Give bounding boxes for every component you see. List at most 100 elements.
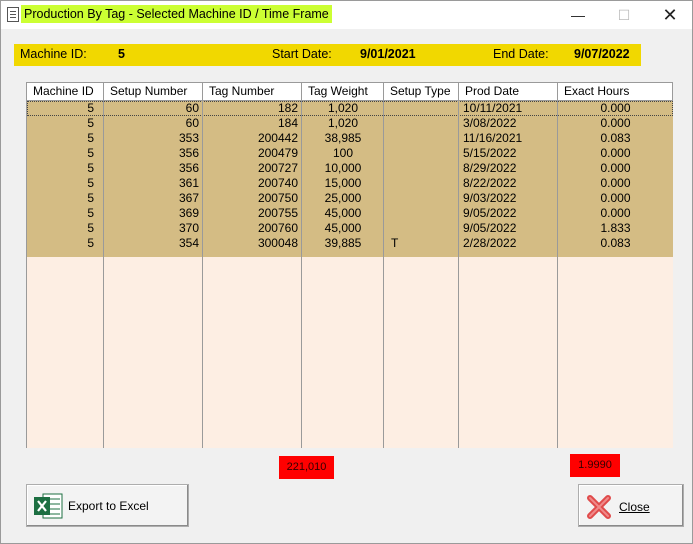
cell-setup-number: 353 [178,131,199,145]
cell-exact-hours: 0.000 [600,206,631,220]
cell-tag-number: 200760 [257,221,298,235]
cell-machine-id: 5 [87,176,94,190]
app-window: Production By Tag - Selected Machine ID … [0,0,693,544]
cell-exact-hours: 0.083 [600,131,631,145]
cell-exact-hours: 0.000 [600,116,631,130]
cell-tag-number: 184 [277,116,298,130]
cell-tag-weight: 45,000 [324,221,362,235]
column-header-exact-hours[interactable]: Exact Hours [558,83,673,100]
tag-weight-total: 221,010 [279,456,334,479]
machine-id-label: Machine ID: [20,47,87,61]
table-row[interactable]: 5 370 200760 45,000 9/05/2022 1.833 [27,221,673,236]
cell-machine-id: 5 [87,221,94,235]
maximize-button[interactable]: ☐ [601,1,647,29]
cell-prod-date: 9/03/2022 [463,191,517,205]
cell-tag-number: 182 [277,101,298,115]
cell-machine-id: 5 [87,191,94,205]
column-divider [202,101,203,448]
cell-machine-id: 5 [87,146,94,160]
table-row[interactable]: 5 369 200755 45,000 9/05/2022 0.000 [27,206,673,221]
cell-machine-id: 5 [87,101,94,115]
end-date-label: End Date: [493,47,549,61]
table-row[interactable]: 5 354 300048 39,885 T 2/28/2022 0.083 [27,236,673,251]
cell-exact-hours: 0.000 [600,146,631,160]
table-row[interactable]: 5 60 184 1,020 3/08/2022 0.000 [27,116,673,131]
cell-tag-weight: 1,020 [327,101,359,115]
cell-prod-date: 10/11/2021 [463,101,523,115]
cell-machine-id: 5 [87,206,94,220]
column-header-setup-type[interactable]: Setup Type [384,83,459,100]
cell-tag-weight: 1,020 [327,116,359,130]
minimize-icon: — [571,7,585,23]
cell-setup-number: 367 [178,191,199,205]
cell-machine-id: 5 [87,161,94,175]
table-row[interactable]: 5 353 200442 38,985 11/16/2021 0.083 [27,131,673,146]
column-divider [301,101,302,448]
maximize-icon: ☐ [617,7,631,23]
production-grid[interactable]: Machine ID Setup Number Tag Number Tag Weig… [26,82,673,448]
end-date-value: 9/07/2022 [574,47,630,61]
cell-prod-date: 2/28/2022 [463,236,517,250]
cell-setup-type [384,101,459,116]
cell-exact-hours: 0.000 [600,191,631,205]
cell-tag-weight: 25,000 [324,191,362,205]
window-close-button[interactable]: ✕ [647,1,693,29]
start-date-value: 9/01/2021 [360,47,416,61]
cell-setup-type [384,161,459,176]
title-bar[interactable]: Production By Tag - Selected Machine ID … [1,1,692,29]
export-to-excel-button[interactable]: Export to Excel [26,484,189,527]
close-button[interactable]: Close [578,484,684,527]
cell-tag-weight: 15,000 [324,176,362,190]
cell-exact-hours: 0.000 [600,176,631,190]
cell-exact-hours: 0.000 [600,161,631,175]
minimize-button[interactable]: — [555,1,601,29]
grid-rows: 5 60 182 1,020 10/11/2021 0.000 5 60 184 1,020 3/0… [27,101,673,257]
cell-prod-date: 8/29/2022 [463,161,517,175]
window-title: Production By Tag - Selected Machine ID … [21,5,332,23]
column-header-tag-number[interactable]: Tag Number [203,83,302,100]
column-header-machine-id[interactable]: Machine ID [27,83,104,100]
cell-setup-type [384,116,459,131]
start-date-label: Start Date: [272,47,332,61]
exact-hours-total: 1.9990 [570,454,620,477]
column-header-prod-date[interactable]: Prod Date [459,83,558,100]
cell-setup-number: 356 [178,146,199,160]
cell-prod-date: 5/15/2022 [463,146,517,160]
table-row[interactable]: 5 356 200727 10,000 8/29/2022 0.000 [27,161,673,176]
column-header-setup-number[interactable]: Setup Number [104,83,203,100]
cell-setup-type [384,176,459,191]
cell-setup-number: 370 [178,221,199,235]
cell-tag-weight: 39,885 [324,236,362,250]
cell-tag-number: 200750 [257,191,298,205]
cell-exact-hours: 0.083 [600,236,631,250]
cell-setup-number: 354 [178,236,199,250]
close-button-label: Close [619,500,650,514]
cell-setup-type [384,221,459,236]
cell-prod-date: 11/16/2021 [463,131,523,145]
grid-header: Machine ID Setup Number Tag Number Tag Weig… [27,83,673,101]
table-row[interactable]: 5 356 200479 100 5/15/2022 0.000 [27,146,673,161]
cell-prod-date: 9/05/2022 [463,221,517,235]
cell-setup-type: T [391,236,399,250]
cell-setup-type [384,146,459,161]
cell-setup-number: 60 [185,101,199,115]
column-divider [103,101,104,448]
cell-machine-id: 5 [87,236,94,250]
document-icon [7,7,19,22]
table-row[interactable]: 5 60 182 1,020 10/11/2021 0.000 [27,101,673,116]
table-row[interactable]: 5 367 200750 25,000 9/03/2022 0.000 [27,191,673,206]
red-x-icon [587,495,611,519]
column-divider [557,101,558,448]
cell-tag-weight: 45,000 [324,206,362,220]
cell-prod-date: 8/22/2022 [463,176,517,190]
column-header-tag-weight[interactable]: Tag Weight [302,83,384,100]
cell-tag-number: 300048 [257,236,298,250]
cell-setup-type [384,131,459,146]
cell-tag-weight: 100 [332,146,354,160]
cell-tag-weight: 10,000 [324,161,362,175]
table-row[interactable]: 5 361 200740 15,000 8/22/2022 0.000 [27,176,673,191]
cell-setup-number: 356 [178,161,199,175]
column-divider [383,101,384,448]
cell-exact-hours: 1.833 [600,221,631,235]
cell-exact-hours: 0.000 [600,101,631,115]
